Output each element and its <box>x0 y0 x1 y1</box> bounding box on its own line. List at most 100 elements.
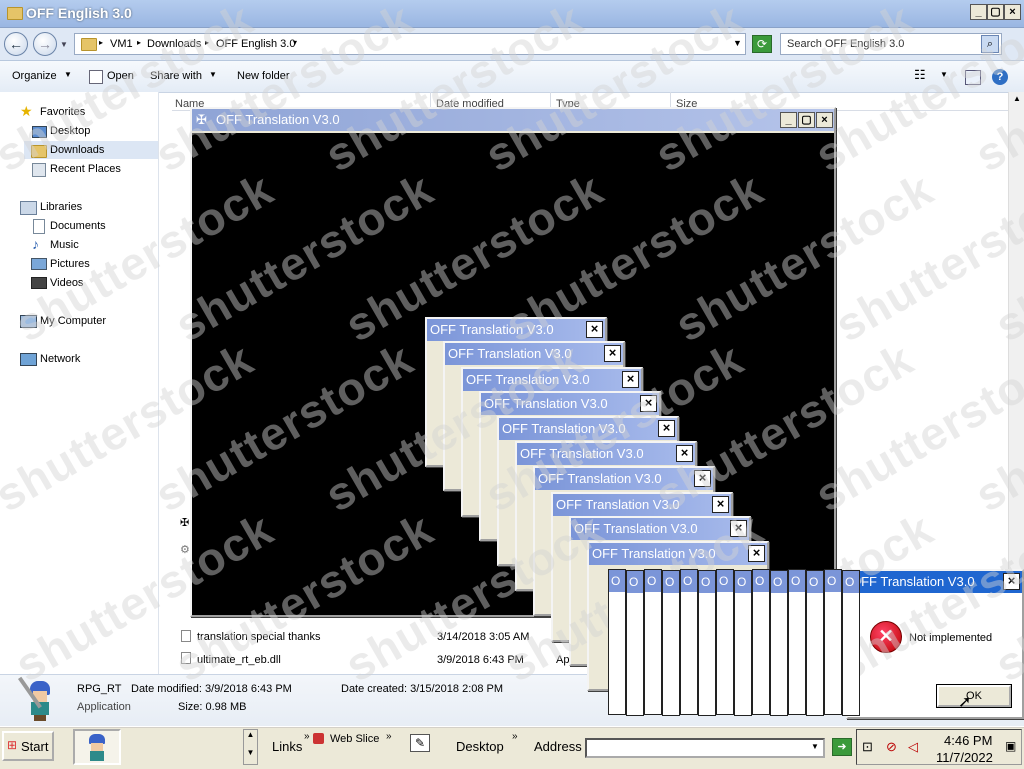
scroll-up-icon[interactable]: ▲ <box>1013 94 1021 103</box>
stacked-dialog-title-fragment: O <box>701 575 711 589</box>
stacked-dialog-edge[interactable]: O <box>698 570 716 716</box>
game-minimize-button[interactable]: _ <box>780 112 797 128</box>
stacked-dialog-title-fragment: O <box>611 574 621 588</box>
open-button[interactable]: Open <box>107 70 134 82</box>
show-desktop-icon[interactable]: ▣ <box>1005 739 1016 753</box>
history-dropdown-icon[interactable]: ▼ <box>60 40 68 49</box>
search-input[interactable]: Search OFF English 3.0 ⌕ <box>780 33 1002 55</box>
links-toolbar[interactable]: Links <box>272 739 302 754</box>
nav-music[interactable]: Music <box>50 239 79 251</box>
breadcrumb[interactable]: ▸ VM1 ▸ Downloads ▸ OFF English 3.0 ▾ ▼ <box>74 33 746 55</box>
stacked-dialog-edge[interactable]: O <box>806 570 824 716</box>
views-icon[interactable]: ☷ <box>914 67 926 83</box>
go-icon[interactable]: ➜ <box>832 738 852 756</box>
web-slice-link[interactable]: Web Slice <box>330 733 379 745</box>
clock-time[interactable]: 4:46 PM <box>944 733 992 748</box>
crumb-vm1[interactable]: VM1 <box>110 38 133 50</box>
chevron-down-icon[interactable]: ▼ <box>940 70 948 79</box>
file-name[interactable]: ultimate_rt_eb.dll <box>197 654 281 666</box>
nav-downloads[interactable]: Downloads <box>50 144 104 156</box>
stacked-dialog-edge[interactable]: O <box>824 569 842 715</box>
stacked-dialog-edge[interactable]: O <box>680 569 698 715</box>
watermark-text: shutterstock <box>826 162 1024 352</box>
minimize-button[interactable]: _ <box>970 4 987 20</box>
nav-pictures[interactable]: Pictures <box>50 258 90 270</box>
stacked-dialog-edge[interactable]: O <box>788 569 806 715</box>
nav-documents[interactable]: Documents <box>50 220 106 232</box>
stacked-dialog-close-button[interactable]: × <box>712 496 729 513</box>
nav-libraries[interactable]: Libraries <box>40 201 82 213</box>
file-date: 3/9/2018 6:43 PM <box>437 654 524 666</box>
nav-favorites[interactable]: Favorites <box>40 106 85 118</box>
taskbar-app-button[interactable] <box>73 729 121 765</box>
start-button[interactable]: ⊞ Start <box>2 731 54 761</box>
error-dialog-title: OFF Translation V3.0 <box>851 574 975 589</box>
stacked-dialog-edge[interactable]: O <box>662 570 680 716</box>
nav-videos[interactable]: Videos <box>50 277 83 289</box>
stacked-dialog-edge[interactable]: O <box>842 570 860 716</box>
stacked-dialog-title: OFF Translation V3.0 <box>592 546 716 561</box>
address-dropdown-icon[interactable]: ▼ <box>733 38 742 48</box>
chevron-double-icon[interactable]: » <box>304 731 310 742</box>
chevron-double-icon[interactable]: » <box>512 731 518 742</box>
explorer-title-bar: OFF English 3.0 _ ▢ × <box>0 0 1024 28</box>
chevron-down-icon[interactable]: ▾ <box>293 38 297 47</box>
error-dialog-close-button[interactable]: × <box>1003 573 1020 590</box>
maximize-button[interactable]: ▢ <box>987 4 1004 20</box>
game-maximize-button[interactable]: ▢ <box>798 112 815 128</box>
search-icon[interactable]: ⌕ <box>981 35 999 53</box>
preview-pane-icon[interactable] <box>965 70 981 85</box>
chevron-down-icon[interactable]: ▼ <box>64 70 72 79</box>
refresh-icon[interactable]: ⟳ <box>752 35 772 53</box>
volume-muted-icon[interactable]: ◁ <box>908 739 918 755</box>
help-icon[interactable]: ? <box>992 69 1008 85</box>
stacked-dialog-close-button[interactable]: × <box>640 395 657 412</box>
stacked-dialog-close-button[interactable]: × <box>604 345 621 362</box>
chevron-down-icon[interactable]: ▼ <box>209 70 217 79</box>
taskbar-scroll-buttons[interactable]: ▲ ▼ <box>243 729 258 765</box>
stacked-dialog-close-button[interactable]: × <box>586 321 603 338</box>
forward-button[interactable]: → <box>33 32 57 56</box>
star-icon: ★ <box>20 103 33 119</box>
address-toolbar-input[interactable]: ▼ <box>585 738 825 758</box>
organize-button[interactable]: Organize <box>12 70 57 82</box>
chevron-double-icon[interactable]: » <box>386 731 392 742</box>
stacked-dialog-edge[interactable]: O <box>716 569 734 715</box>
navigation-pane <box>0 92 159 674</box>
desktop-toolbar[interactable]: Desktop <box>456 739 504 754</box>
game-close-button[interactable]: × <box>816 112 833 128</box>
crumb-current[interactable]: OFF English 3.0 <box>216 38 295 50</box>
nav-desktop[interactable]: Desktop <box>50 125 90 137</box>
chevron-down-icon[interactable]: ▼ <box>811 742 819 751</box>
stacked-dialog-edge[interactable]: O <box>770 570 788 716</box>
file-name[interactable]: translation special thanks <box>197 631 321 643</box>
back-button[interactable]: ← <box>4 32 28 56</box>
dll-file-icon <box>181 652 191 664</box>
ok-button[interactable]: OK <box>936 684 1012 708</box>
clock-date[interactable]: 11/7/2022 <box>936 750 993 765</box>
stacked-dialog-close-button[interactable]: × <box>676 445 693 462</box>
stacked-dialog-edge[interactable]: O <box>626 570 644 716</box>
nav-network[interactable]: Network <box>40 353 80 365</box>
stacked-dialog-close-button[interactable]: × <box>622 371 639 388</box>
close-button[interactable]: × <box>1004 4 1021 20</box>
security-tray-icon[interactable]: ⊘ <box>886 739 897 755</box>
stacked-dialog-edge[interactable]: O <box>644 569 662 715</box>
error-dialog[interactable]: OFF Translation V3.0 × ✕ Not implemented… <box>846 569 1024 719</box>
stacked-dialog-close-button[interactable]: × <box>748 545 765 562</box>
network-icon <box>20 353 37 366</box>
stacked-dialog-edge[interactable]: O <box>752 569 770 715</box>
stacked-dialog-close-button[interactable]: × <box>658 420 675 437</box>
nav-recent-places[interactable]: Recent Places <box>50 163 121 175</box>
nav-my-computer[interactable]: My Computer <box>40 315 106 327</box>
stacked-dialog-edge[interactable]: O <box>734 570 752 716</box>
crumb-downloads[interactable]: Downloads <box>147 38 201 50</box>
share-with-button[interactable]: Share with <box>150 70 202 82</box>
notepad-icon[interactable]: ✎ <box>410 734 430 752</box>
stacked-dialog-edge[interactable]: O <box>608 569 626 715</box>
windows-logo-icon: ⊞ <box>7 738 18 752</box>
stacked-dialog-close-button[interactable]: × <box>730 520 747 537</box>
new-folder-button[interactable]: New folder <box>237 70 290 82</box>
stacked-dialog-close-button[interactable]: × <box>694 470 711 487</box>
network-tray-icon[interactable]: ⊡ <box>862 739 873 755</box>
